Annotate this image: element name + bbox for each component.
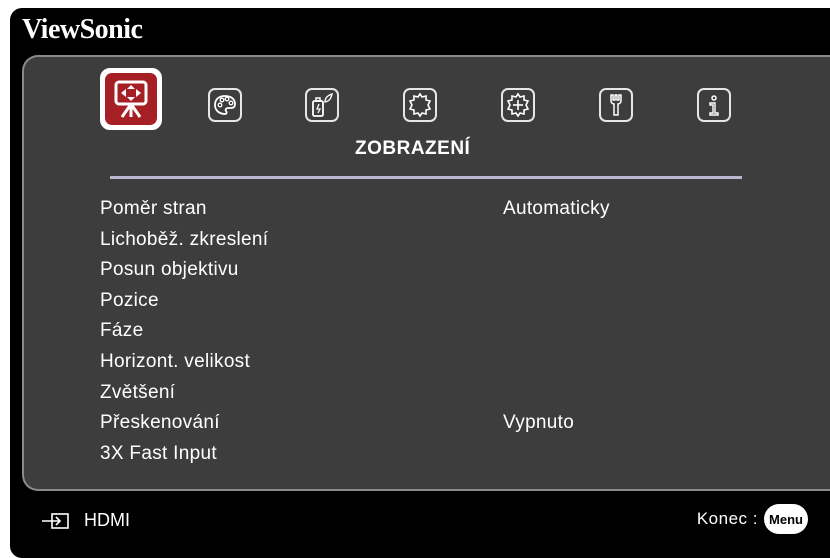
exit-label: Konec : [696, 509, 758, 528]
power-management-icon [312, 92, 333, 117]
input-source-label: HDMI [84, 510, 130, 530]
menu-item-position[interactable]: Pozice [100, 290, 660, 321]
menu-item-phase[interactable]: Fáze [100, 320, 660, 351]
tab-power[interactable] [305, 88, 339, 122]
menu-item-value: Vypnuto [503, 412, 575, 434]
tab-display[interactable] [100, 68, 162, 130]
input-source-icon [42, 512, 69, 529]
menu-item-label: Přeskenování [100, 412, 220, 434]
tab-information[interactable] [697, 88, 731, 122]
menu-item-label: Poměr stran [100, 198, 207, 219]
menu-item-label: Pozice [100, 289, 159, 311]
menu-item-overscan[interactable]: Přeskenování Vypnuto [100, 412, 660, 443]
menu-item-label: Fáze [100, 320, 144, 342]
menu-item-lens-shift[interactable]: Posun objektivu [100, 259, 660, 290]
advanced-settings-icon [506, 92, 530, 118]
menu-item-label: Horizont. velikost [100, 350, 251, 372]
menu-item-label: 3X Fast Input [100, 442, 217, 464]
tab-maintenance[interactable] [599, 88, 633, 122]
basic-settings-icon [408, 92, 432, 118]
input-source-indicator: HDMI [40, 510, 130, 531]
palette-icon [214, 95, 236, 115]
tab-advanced[interactable] [501, 88, 535, 122]
menu-item-keystone[interactable]: Lichoběž. zkreslení [100, 229, 660, 260]
information-icon [709, 95, 719, 116]
menu-item-label: Lichoběž. zkreslení [100, 228, 269, 250]
menu-item-zoom[interactable]: Zvětšení [100, 382, 660, 413]
menu-item-label: Posun objektivu [100, 259, 239, 281]
menu-item-h-size[interactable]: Horizont. velikost [100, 351, 660, 382]
settings-menu: Poměr stran Automaticky Lichoběž. zkresl… [100, 198, 660, 473]
maintenance-icon [610, 94, 622, 116]
exit-hint: Konec : Menu [697, 504, 808, 534]
tab-basic[interactable] [403, 88, 437, 122]
section-divider [110, 176, 742, 179]
tab-color[interactable] [208, 88, 242, 122]
menu-item-fast-input[interactable]: 3X Fast Input [100, 443, 660, 474]
menu-button[interactable]: Menu [764, 504, 808, 534]
menu-item-aspect-ratio[interactable]: Poměr stran Automaticky [100, 198, 660, 229]
menu-item-value: Automaticky [503, 198, 610, 219]
brand-logo: ViewSonic [22, 14, 143, 45]
section-title: ZOBRAZENÍ [355, 138, 471, 159]
menu-item-label: Zvětšení [100, 381, 176, 403]
display-icon [114, 80, 148, 118]
